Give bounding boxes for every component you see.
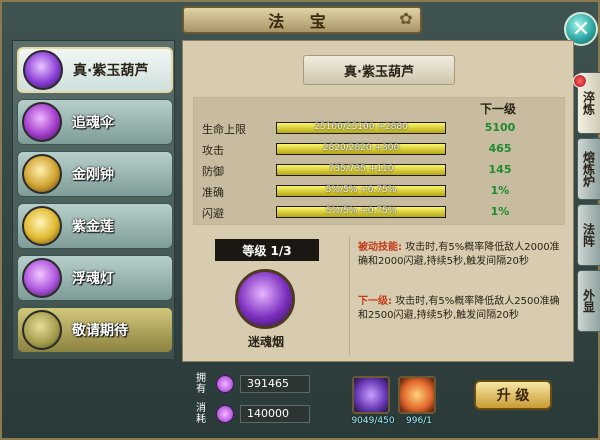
treasure-item-label: 紫金莲 bbox=[72, 219, 114, 235]
stat-bar: 25100/25100 +2880 bbox=[276, 122, 446, 134]
treasure-item-zi-jin-lian[interactable]: 紫金莲 bbox=[17, 203, 173, 249]
skill-next: 下一级: 攻击时,有5%概率降低敌人2500准确和2500闪避,持续5秒,触发间… bbox=[358, 295, 564, 323]
locked-slot-icon bbox=[22, 310, 62, 350]
title-ornament-right-icon: ✿ bbox=[399, 9, 413, 28]
stat-row-dodge: 闪避 5%/5% +0.75% 1% bbox=[194, 202, 566, 222]
stat-next-value: 5100 bbox=[484, 121, 516, 134]
treasure-item-jin-gang-zhong[interactable]: 金刚钟 bbox=[17, 151, 173, 197]
treasure-detail-panel: 真·紫玉葫芦 下一级 生命上限 25100/25100 +2880 5100 攻… bbox=[182, 40, 574, 362]
window-title-bar: 法 宝 bbox=[182, 6, 422, 34]
treasure-item-label: 敬请期待 bbox=[72, 323, 128, 339]
treasure-name: 真·紫玉葫芦 bbox=[344, 64, 414, 80]
stat-next-value: 465 bbox=[488, 142, 512, 155]
stat-bar-text: 5%/5% +0.75% bbox=[325, 206, 397, 216]
stat-next-value: 1% bbox=[490, 205, 510, 218]
stat-bar: 2820/2820 +300 bbox=[276, 143, 446, 155]
treasure-list: 真·紫玉葫芦 追魂伞 金刚钟 紫金莲 浮魂灯 敬请期待 bbox=[12, 40, 175, 360]
close-icon: ✕ bbox=[571, 16, 591, 42]
cost-value: 140000 bbox=[240, 405, 310, 423]
skill-current: 被动技能: 攻击时,有5%概率降低敌人2000准确和2000闪避,持续5秒,触发… bbox=[358, 241, 564, 269]
stat-next-value: 1% bbox=[490, 184, 510, 197]
owned-resource: 拥有 391465 bbox=[196, 372, 310, 396]
treasure-item-coming-soon[interactable]: 敬请期待 bbox=[17, 307, 173, 353]
stat-bar-text: 735/735 +110 bbox=[328, 164, 394, 174]
tab-wai-xian[interactable]: 外显 bbox=[577, 270, 600, 332]
stat-bar: 5%/5% +0.75% bbox=[276, 185, 446, 197]
umbrella-icon bbox=[22, 102, 62, 142]
spirit-gem-icon bbox=[216, 375, 234, 393]
bell-icon bbox=[22, 154, 62, 194]
treasure-item-zi-yu-hu-lu[interactable]: 真·紫玉葫芦 bbox=[17, 47, 173, 93]
upgrade-footer: 拥有 391465 消耗 140000 9049/450 996/1 升 级 bbox=[182, 366, 574, 436]
level-title: 等级 1/3 bbox=[215, 239, 319, 261]
stat-bar-text: 2820/2820 +300 bbox=[322, 143, 400, 153]
tab-label: 法阵 bbox=[581, 223, 596, 247]
lantern-icon bbox=[22, 258, 62, 298]
spirit-gem-icon bbox=[216, 405, 234, 423]
cost-label: 消耗 bbox=[196, 403, 206, 425]
skill-next-label: 下一级: bbox=[358, 296, 392, 307]
treasure-item-label: 浮魂灯 bbox=[72, 271, 114, 287]
treasure-item-fu-hun-deng[interactable]: 浮魂灯 bbox=[17, 255, 173, 301]
fire-talisman-icon[interactable]: 996/1 bbox=[398, 376, 436, 426]
stat-row-hp: 生命上限 25100/25100 +2880 5100 bbox=[194, 118, 566, 138]
stat-label: 攻击 bbox=[202, 144, 224, 157]
notification-dot-icon bbox=[573, 74, 587, 88]
treasure-item-label: 金刚钟 bbox=[72, 167, 114, 183]
tab-label: 熔炼炉 bbox=[581, 151, 596, 187]
tab-label: 外显 bbox=[581, 289, 596, 313]
stats-panel: 下一级 生命上限 25100/25100 +2880 5100 攻击 2820/… bbox=[193, 97, 565, 225]
stat-row-defense: 防御 735/735 +110 145 bbox=[194, 160, 566, 180]
stat-label: 生命上限 bbox=[202, 123, 246, 136]
cost-resource: 消耗 140000 bbox=[196, 402, 310, 426]
treasure-item-label: 追魂伞 bbox=[72, 115, 114, 131]
level-item-name: 迷魂烟 bbox=[247, 335, 284, 349]
gourd-icon bbox=[23, 50, 63, 90]
skill-panel: 被动技能: 攻击时,有5%概率降低敌人2000准确和2000闪避,持续5秒,触发… bbox=[349, 237, 569, 355]
stat-label: 准确 bbox=[202, 186, 224, 199]
material-count: 996/1 bbox=[406, 416, 432, 426]
owned-label: 拥有 bbox=[196, 373, 206, 395]
tab-fa-zhen[interactable]: 法阵 bbox=[577, 204, 600, 266]
skill-key-label: 被动技能: bbox=[358, 242, 402, 253]
tab-rong-lian-lu[interactable]: 熔炼炉 bbox=[577, 138, 600, 200]
stat-label: 闪避 bbox=[202, 207, 224, 220]
treasure-name-scroll: 真·紫玉葫芦 bbox=[303, 55, 455, 85]
treasure-item-zhui-hun-san[interactable]: 追魂伞 bbox=[17, 99, 173, 145]
window-title: 法 宝 bbox=[268, 12, 336, 31]
treasure-item-label: 真·紫玉葫芦 bbox=[73, 63, 149, 79]
owned-value: 391465 bbox=[240, 375, 310, 393]
stat-bar-text: 5%/5% +0.75% bbox=[325, 185, 397, 195]
purple-crystal-icon[interactable]: 9049/450 bbox=[351, 376, 395, 426]
tab-label: 淬炼 bbox=[581, 91, 596, 115]
level-panel: 等级 1/3 迷魂烟 bbox=[193, 237, 339, 355]
stat-next-value: 145 bbox=[488, 163, 512, 176]
lotus-icon bbox=[22, 206, 62, 246]
stat-label: 防御 bbox=[202, 165, 224, 178]
stat-bar: 5%/5% +0.75% bbox=[276, 206, 446, 218]
mi-hun-yan-icon[interactable] bbox=[235, 269, 295, 329]
treasure-window: ✿ 法 宝 ✿ ✕ 真·紫玉葫芦 追魂伞 金刚钟 紫金莲 浮魂灯 敬请期待 bbox=[0, 0, 600, 440]
stat-row-accuracy: 准确 5%/5% +0.75% 1% bbox=[194, 181, 566, 201]
stat-bar-text: 25100/25100 +2880 bbox=[314, 122, 408, 132]
stat-row-attack: 攻击 2820/2820 +300 465 bbox=[194, 139, 566, 159]
stat-bar: 735/735 +110 bbox=[276, 164, 446, 176]
upgrade-button[interactable]: 升 级 bbox=[474, 380, 552, 410]
next-level-header: 下一级 bbox=[480, 102, 517, 116]
